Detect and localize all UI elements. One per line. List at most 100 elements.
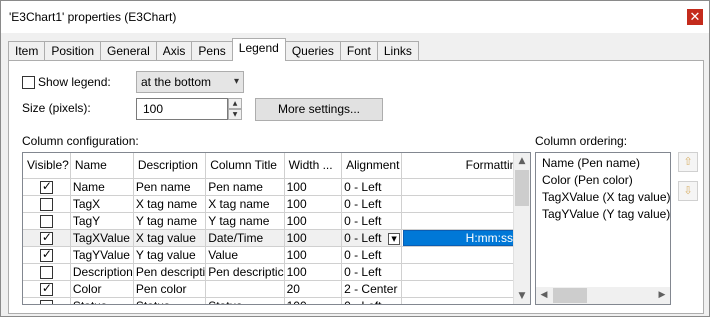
width-cell[interactable]: 100 <box>284 263 343 281</box>
header-column-title[interactable]: Column Title <box>205 153 285 179</box>
header-alignment[interactable]: Alignment <box>341 153 403 179</box>
title-cell[interactable]: Status <box>205 297 285 304</box>
legend-position-select[interactable]: at the bottom ▾ <box>136 71 244 93</box>
tab-item[interactable]: Item <box>8 41 46 61</box>
alignment-cell[interactable]: 0 - Left <box>341 246 403 264</box>
alignment-cell[interactable]: 0 - Left <box>341 212 403 230</box>
description-cell[interactable]: Status <box>133 297 207 304</box>
dropdown-arrow-icon[interactable]: ▼ <box>388 232 401 245</box>
close-icon[interactable]: ✕ <box>687 9 703 25</box>
tab-legend[interactable]: Legend <box>231 38 286 61</box>
table-row[interactable]: Description Pen descripti Pen descriptic… <box>23 263 530 281</box>
width-cell[interactable]: 100 <box>284 246 343 264</box>
show-legend-checkbox[interactable] <box>22 76 35 89</box>
width-cell[interactable]: 100 <box>284 212 343 230</box>
header-visible[interactable]: Visible? <box>23 153 71 179</box>
formatting-edit-cell[interactable]: H:mm:ss ... <box>401 229 530 247</box>
scrollbar-thumb[interactable] <box>515 170 529 206</box>
scrollbar-thumb[interactable] <box>553 288 587 303</box>
formatting-cell[interactable] <box>401 280 530 298</box>
alignment-cell[interactable]: 0 - Left ▼ <box>341 229 403 247</box>
list-item[interactable]: TagXValue (X tag value) <box>536 189 670 206</box>
description-cell[interactable]: X tag value <box>133 229 207 247</box>
description-cell[interactable]: X tag name <box>133 195 207 213</box>
alignment-cell[interactable]: 0 - Left <box>341 178 403 196</box>
alignment-cell[interactable]: 0 - Left <box>341 195 403 213</box>
header-description[interactable]: Description <box>133 153 207 179</box>
visible-checkbox[interactable] <box>39 197 53 211</box>
visible-cell[interactable] <box>23 229 71 247</box>
alignment-cell[interactable]: 0 - Left <box>341 297 403 304</box>
table-row[interactable]: TagX X tag name X tag name 100 0 - Left <box>23 195 530 213</box>
visible-checkbox[interactable] <box>39 299 53 304</box>
formatting-cell[interactable] <box>401 263 530 281</box>
name-cell[interactable]: Name <box>70 178 134 196</box>
table-row[interactable]: TagY Y tag name Y tag name 100 0 - Left <box>23 212 530 230</box>
formatting-edit-value[interactable]: H:mm:ss <box>404 231 515 245</box>
scroll-up-icon[interactable]: ▲ <box>514 153 530 169</box>
title-cell[interactable]: Date/Time <box>205 229 285 247</box>
title-cell[interactable]: Y tag name <box>205 212 285 230</box>
title-cell[interactable]: Value <box>205 246 285 264</box>
scroll-left-icon[interactable]: ◀ <box>536 287 552 303</box>
table-row[interactable]: Status Status Status 100 0 - Left <box>23 297 530 304</box>
formatting-cell[interactable] <box>401 178 530 196</box>
visible-cell[interactable] <box>23 212 71 230</box>
move-up-icon[interactable]: ⇧ <box>678 152 698 172</box>
visible-cell[interactable] <box>23 195 71 213</box>
visible-checkbox[interactable] <box>39 247 53 262</box>
formatting-cell[interactable] <box>401 246 530 264</box>
tab-queries[interactable]: Queries <box>284 41 341 61</box>
visible-checkbox[interactable] <box>39 281 53 296</box>
table-row[interactable]: Name Pen name Pen name 100 0 - Left <box>23 178 530 196</box>
tab-general[interactable]: General <box>100 41 157 61</box>
header-name[interactable]: Name <box>70 153 134 179</box>
tab-links[interactable]: Links <box>376 41 419 61</box>
visible-checkbox[interactable] <box>39 214 53 228</box>
description-cell[interactable]: Pen color <box>133 280 207 298</box>
visible-cell[interactable] <box>23 297 71 304</box>
alignment-cell[interactable]: 2 - Center <box>341 280 403 298</box>
tab-position[interactable]: Position <box>44 41 102 61</box>
name-cell[interactable]: TagX <box>70 195 134 213</box>
list-item[interactable]: Name (Pen name) <box>536 155 670 172</box>
size-input[interactable]: 100 <box>136 98 228 120</box>
name-cell[interactable]: Color <box>70 280 134 298</box>
visible-cell[interactable] <box>23 178 71 196</box>
title-cell[interactable]: X tag name <box>205 195 285 213</box>
visible-cell[interactable] <box>23 246 71 264</box>
width-cell[interactable]: 100 <box>284 178 343 196</box>
move-down-icon[interactable]: ⇩ <box>678 181 698 201</box>
width-cell[interactable]: 100 <box>284 297 343 304</box>
scroll-right-icon[interactable]: ▶ <box>654 287 670 303</box>
header-width[interactable]: Width ... <box>284 153 343 179</box>
alignment-cell[interactable]: 0 - Left <box>341 263 403 281</box>
description-cell[interactable]: Y tag name <box>133 212 207 230</box>
visible-checkbox[interactable] <box>39 230 53 245</box>
column-ordering-list[interactable]: Name (Pen name) Color (Pen color) TagXVa… <box>535 152 671 305</box>
more-settings-button[interactable]: More settings... <box>255 98 383 121</box>
visible-checkbox[interactable] <box>39 179 53 194</box>
visible-cell[interactable] <box>23 263 71 281</box>
title-cell[interactable]: Pen name <box>205 178 285 196</box>
description-cell[interactable]: Pen descripti <box>133 263 207 281</box>
grid-vertical-scrollbar[interactable]: ▲ ▼ <box>513 153 530 304</box>
visible-checkbox[interactable] <box>39 265 53 279</box>
formatting-cell[interactable] <box>401 212 530 230</box>
table-row[interactable]: TagYValue Y tag value Value 100 0 - Left <box>23 246 530 264</box>
formatting-cell[interactable] <box>401 297 530 304</box>
name-cell[interactable]: TagXValue <box>70 229 134 247</box>
formatting-editor[interactable]: H:mm:ss ... <box>403 229 528 245</box>
description-cell[interactable]: Y tag value <box>133 246 207 264</box>
width-cell[interactable]: 100 <box>284 195 343 213</box>
name-cell[interactable]: TagYValue <box>70 246 134 264</box>
formatting-cell[interactable] <box>401 195 530 213</box>
table-row[interactable]: Color Pen color 20 2 - Center <box>23 280 530 298</box>
table-row-selected[interactable]: TagXValue X tag value Date/Time 100 0 - … <box>23 229 530 247</box>
title-cell[interactable]: Pen descriptic <box>205 263 285 281</box>
list-item[interactable]: Color (Pen color) <box>536 172 670 189</box>
spin-down-icon[interactable]: ▼ <box>228 109 242 120</box>
description-cell[interactable]: Pen name <box>133 178 207 196</box>
name-cell[interactable]: TagY <box>70 212 134 230</box>
tab-pens[interactable]: Pens <box>191 41 233 61</box>
